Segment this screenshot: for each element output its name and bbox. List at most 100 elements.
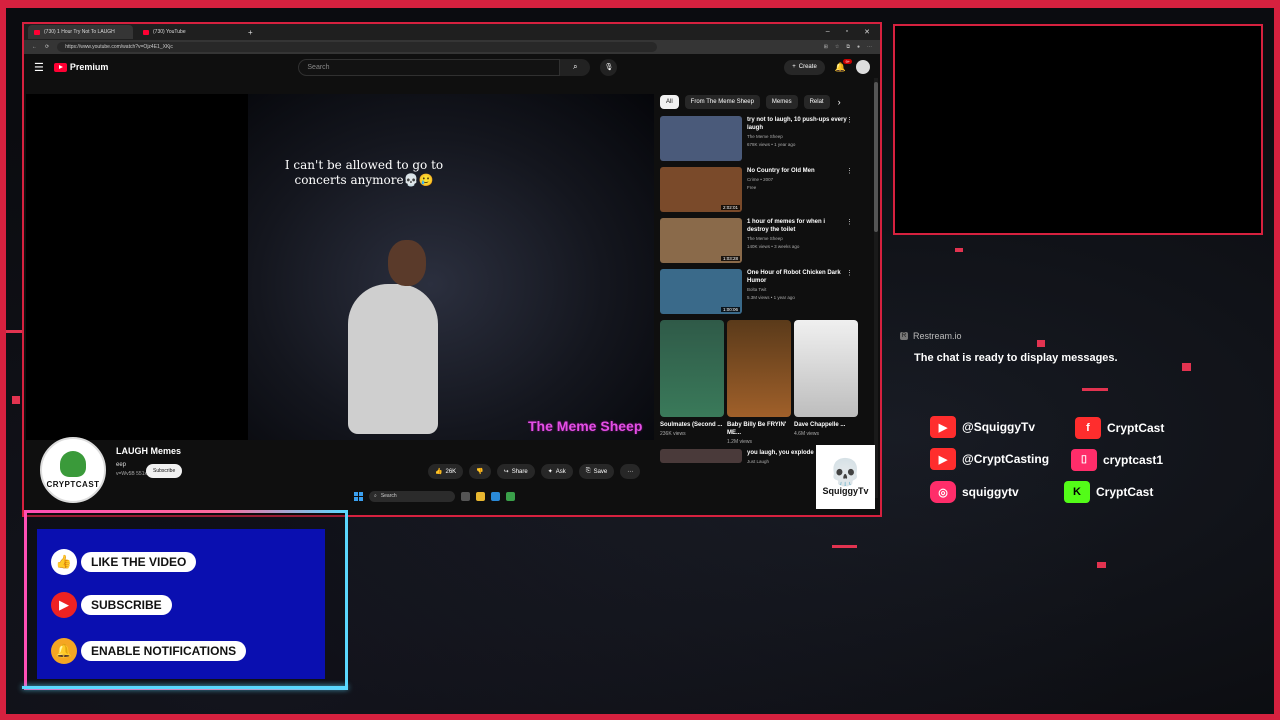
- list-item[interactable]: 1:03:28 1 hour of memes for when i destr…: [660, 218, 860, 263]
- short-title[interactable]: Soulmates (Second ...: [660, 421, 724, 429]
- voice-search-button[interactable]: 🎙: [600, 58, 618, 76]
- new-tab-button[interactable]: +: [248, 28, 253, 37]
- social-twitch: ⌷ cryptcast1: [1071, 449, 1163, 471]
- short-item[interactable]: Soulmates (Second ... 236K views: [660, 320, 724, 445]
- rec-meta: 678K views • 1 year ago: [747, 142, 796, 147]
- social-youtube-squiggy: ▶ @SquiggyTv: [930, 416, 1035, 438]
- close-button[interactable]: ✕: [864, 28, 870, 36]
- short-thumbnail[interactable]: [727, 320, 791, 417]
- edge-browser-icon[interactable]: [491, 491, 500, 501]
- short-title[interactable]: Baby Billy Be FRYIN' ME...: [727, 421, 791, 437]
- video-thumbnail[interactable]: [660, 116, 742, 161]
- list-item[interactable]: try not to laugh, 10 push-ups every laug…: [660, 116, 860, 161]
- video-player[interactable]: I can't be allowed to go to concerts any…: [26, 94, 654, 440]
- hamburger-menu-icon[interactable]: ☰: [34, 61, 44, 74]
- profile-icon[interactable]: ●: [857, 44, 860, 50]
- share-button[interactable]: ↪ Share: [496, 464, 535, 479]
- browser-tab[interactable]: (730) 1 Hour Try Not To LAUGH: [28, 25, 133, 39]
- video-person: [348, 284, 438, 434]
- microphone-icon: 🎙: [604, 64, 614, 71]
- notifications-button[interactable]: 🔔 9+: [835, 58, 852, 73]
- search-input[interactable]: Search: [298, 58, 561, 76]
- task-view-icon[interactable]: [461, 491, 470, 501]
- skull-icon: [60, 451, 86, 477]
- cta-subscribe: ▶ SUBSCRIBE: [51, 592, 172, 618]
- scrollbar-thumb[interactable]: [874, 82, 878, 232]
- video-thumbnail[interactable]: 1:00:06: [660, 269, 742, 314]
- channel-name[interactable]: eep: [116, 462, 126, 468]
- extension-icon[interactable]: ⊞: [824, 44, 828, 50]
- save-label: Save: [593, 468, 608, 475]
- chip-memes[interactable]: Memes: [765, 95, 798, 109]
- chevron-right-icon[interactable]: ›: [838, 97, 841, 107]
- bell-icon: 🔔: [51, 638, 77, 664]
- search-icon: ⌕: [573, 62, 578, 71]
- taskbar-search[interactable]: ⌕ Search: [369, 490, 455, 502]
- kebab-menu-icon[interactable]: ⋮: [846, 269, 853, 277]
- url-field[interactable]: https://www.youtube.com/watch?v=Ojz4E1_X…: [57, 42, 658, 52]
- chip-from-channel[interactable]: From The Meme Sheep: [684, 95, 760, 109]
- frame-border-right: [1274, 0, 1280, 720]
- kebab-menu-icon[interactable]: ⋮: [846, 116, 853, 124]
- more-actions-button[interactable]: ···: [620, 464, 641, 479]
- stream-overlay: (730) 1 Hour Try Not To LAUGH (730) YouT…: [0, 0, 1280, 720]
- kebab-menu-icon[interactable]: ⋮: [846, 218, 853, 226]
- account-avatar[interactable]: [856, 60, 870, 74]
- social-handle: CryptCast: [1096, 485, 1154, 499]
- short-item[interactable]: Dave Chappelle ... 4.6M views: [794, 320, 858, 445]
- short-thumbnail[interactable]: [794, 320, 858, 417]
- taskbar-search-label: Search: [380, 493, 397, 499]
- list-item[interactable]: 2:02:01 No Country for Old Men Crime • 2…: [660, 167, 860, 212]
- video-thumbnail[interactable]: [660, 449, 742, 463]
- cta-notifications: 🔔 ENABLE NOTIFICATIONS: [51, 638, 247, 664]
- thumbs-up-icon: 👍: [51, 549, 77, 575]
- decor-spark: [6, 330, 22, 333]
- list-item[interactable]: 1:00:06 One Hour of Robot Chicken Dark H…: [660, 269, 860, 314]
- favorite-icon[interactable]: ☆: [835, 44, 839, 50]
- rec-title[interactable]: One Hour of Robot Chicken Dark Humor: [747, 269, 847, 285]
- chat-source: R Restream.io: [900, 331, 962, 341]
- share-label: Share: [511, 468, 528, 475]
- shorts-shelf: Soulmates (Second ... 236K views Baby Bi…: [660, 320, 860, 445]
- thumbs-down-icon: 👎: [476, 469, 484, 475]
- create-button[interactable]: + Create: [784, 59, 825, 75]
- cta-subscribe-label: SUBSCRIBE: [81, 595, 172, 615]
- minimize-button[interactable]: –: [826, 28, 830, 36]
- youtube-logo[interactable]: Premium: [53, 62, 108, 72]
- ask-button[interactable]: ✦ Ask: [540, 464, 573, 479]
- kebab-menu-icon[interactable]: ⋮: [846, 167, 853, 175]
- menu-icon[interactable]: ⋯: [867, 44, 872, 50]
- back-icon[interactable]: ←: [32, 44, 37, 50]
- decor-spark: [1182, 363, 1191, 371]
- video-person-head: [388, 240, 426, 286]
- video-thumbnail[interactable]: 1:03:28: [660, 218, 742, 263]
- chrome-browser-icon[interactable]: [506, 491, 515, 501]
- search-button[interactable]: ⌕: [560, 58, 591, 76]
- like-button[interactable]: 👍 26K: [428, 464, 464, 479]
- youtube-favicon-icon: [143, 29, 149, 35]
- page-scrollbar[interactable]: [874, 78, 878, 498]
- notification-badge: 9+: [843, 58, 852, 64]
- short-title[interactable]: Dave Chappelle ...: [794, 421, 858, 429]
- tab-bar: (730) 1 Hour Try Not To LAUGH (730) YouT…: [24, 24, 880, 40]
- windows-start-icon[interactable]: [354, 491, 363, 501]
- rec-title[interactable]: No Country for Old Men: [747, 167, 847, 175]
- reload-icon[interactable]: ⟳: [45, 44, 49, 50]
- file-explorer-icon[interactable]: [476, 491, 485, 501]
- chip-all[interactable]: All: [660, 95, 679, 109]
- browser-tab[interactable]: (730) YouTube: [137, 25, 242, 39]
- short-thumbnail[interactable]: [660, 320, 724, 417]
- short-views: 236K views: [660, 431, 686, 437]
- chip-related[interactable]: Relat: [803, 95, 830, 109]
- rec-title[interactable]: 1 hour of memes for when i destroy the t…: [747, 218, 847, 234]
- frame-border-left: [0, 0, 6, 720]
- short-item[interactable]: Baby Billy Be FRYIN' ME... 1.2M views: [727, 320, 791, 445]
- duration-badge: 1:00:06: [720, 307, 740, 312]
- subscribe-button[interactable]: Subscribe: [146, 464, 183, 478]
- rec-title[interactable]: try not to laugh, 10 push-ups every laug…: [747, 116, 847, 132]
- video-thumbnail[interactable]: 2:02:01: [660, 167, 742, 212]
- save-button[interactable]: ⎘ Save: [578, 464, 615, 479]
- dislike-button[interactable]: 👎: [469, 464, 491, 479]
- maximize-button[interactable]: ▫: [846, 28, 848, 36]
- collections-icon[interactable]: ⧉: [846, 44, 850, 50]
